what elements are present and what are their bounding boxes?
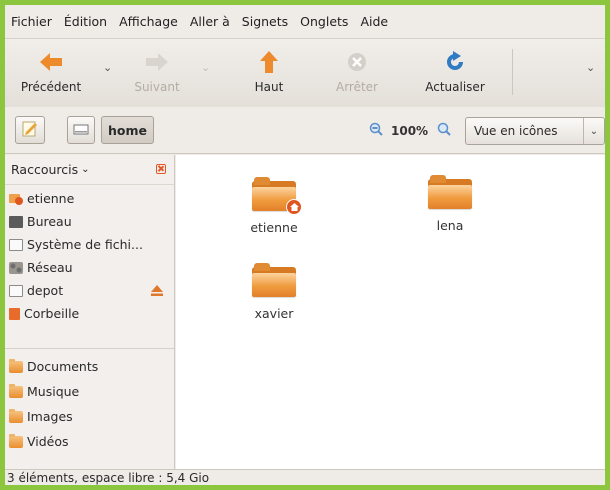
folder-item-lena[interactable]: lena (395, 175, 505, 233)
sidebar-item-label: Images (27, 409, 73, 424)
file-label: xavier (254, 306, 294, 321)
eject-icon[interactable] (151, 284, 163, 299)
network-icon (9, 261, 23, 274)
file-manager-window: Fichier Édition Affichage Aller à Signet… (5, 5, 605, 485)
forward-button[interactable]: Suivant (123, 45, 191, 101)
up-arrow-icon (256, 49, 282, 75)
desktop-icon (9, 215, 23, 228)
folder-icon (9, 383, 23, 398)
sidebar: Raccourcis ⌄ etienne Bureau Système de f… (5, 155, 175, 469)
sidebar-item-label: Réseau (27, 260, 73, 275)
home-folder-icon (252, 177, 302, 215)
view-mode-select[interactable]: Vue en icônes ⌄ (465, 117, 605, 145)
reload-label: Actualiser (425, 80, 485, 94)
file-label: lena (436, 218, 464, 233)
chevron-down-icon[interactable]: ⌄ (81, 164, 89, 175)
sidebar-header: Raccourcis ⌄ (5, 155, 174, 185)
sidebar-item-depot[interactable]: depot (5, 279, 174, 302)
sidebar-item-images[interactable]: Images (5, 405, 174, 428)
chevron-down-icon: ⌄ (583, 118, 604, 144)
sidebar-item-label: etienne (27, 191, 75, 206)
sidebar-item-systeme-de-fichiers[interactable]: Système de fichi... (5, 233, 174, 256)
home-icon (9, 193, 23, 205)
sidebar-item-reseau[interactable]: Réseau (5, 256, 174, 279)
folder-icon (9, 408, 23, 423)
reload-icon (442, 49, 468, 75)
back-arrow-icon (38, 49, 64, 75)
view-mode-value: Vue en icônes (474, 124, 558, 138)
zoom-out-icon[interactable] (369, 122, 383, 139)
menu-onglets[interactable]: Onglets (300, 14, 348, 29)
menu-edition[interactable]: Édition (64, 14, 107, 29)
back-history-dropdown[interactable]: ⌄ (103, 61, 112, 74)
sidebar-item-musique[interactable]: Musique (5, 380, 174, 403)
stop-icon (344, 49, 370, 75)
menu-signets[interactable]: Signets (242, 14, 288, 29)
drive-icon (9, 284, 23, 297)
sidebar-item-corbeille[interactable]: Corbeille (5, 302, 174, 325)
folder-item-etienne[interactable]: etienne (219, 177, 329, 235)
sidebar-item-label: Vidéos (27, 434, 69, 449)
sidebar-item-label: Bureau (27, 214, 72, 229)
file-label: etienne (250, 220, 298, 235)
sidebar-divider (5, 348, 174, 349)
stop-button[interactable]: Arrêter (329, 45, 385, 101)
back-button[interactable]: Précédent (13, 45, 89, 101)
drive-icon (73, 123, 89, 138)
sidebar-title[interactable]: Raccourcis (11, 162, 78, 177)
trash-icon (9, 307, 20, 320)
up-label: Haut (254, 80, 284, 94)
up-button[interactable]: Haut (241, 45, 297, 101)
reload-button[interactable]: Actualiser (413, 45, 497, 101)
back-label: Précédent (20, 80, 82, 94)
forward-label: Suivant (134, 80, 180, 94)
breadcrumb-home[interactable]: home (101, 116, 154, 144)
forward-history-dropdown[interactable]: ⌄ (201, 61, 210, 74)
toolbar: Précédent ⌄ Suivant ⌄ Haut Arrêter Actua… (5, 38, 605, 108)
zoom-in-icon[interactable] (437, 122, 451, 139)
folder-icon (9, 358, 23, 373)
folder-item-xavier[interactable]: xavier (219, 263, 329, 321)
sidebar-item-documents[interactable]: Documents (5, 355, 174, 378)
toolbar-overflow-dropdown[interactable]: ⌄ (586, 61, 595, 74)
drive-icon (9, 238, 23, 251)
zoom-level[interactable]: 100% (391, 124, 428, 138)
menu-fichier[interactable]: Fichier (11, 14, 52, 29)
sidebar-item-label: Système de fichi... (27, 237, 143, 252)
menu-aide[interactable]: Aide (360, 14, 388, 29)
home-emblem-icon (286, 199, 302, 215)
location-bar: home 100% Vue en icônes ⌄ (5, 107, 605, 154)
menu-aller-a[interactable]: Aller à (190, 14, 230, 29)
stop-label: Arrêter (335, 80, 378, 94)
sidebar-item-videos[interactable]: Vidéos (5, 430, 174, 453)
folder-icon (428, 175, 472, 209)
forward-arrow-icon (144, 49, 170, 75)
breadcrumb-root-button[interactable] (67, 116, 95, 144)
sidebar-item-label: Musique (27, 384, 80, 399)
menu-bar: Fichier Édition Affichage Aller à Signet… (5, 5, 605, 37)
status-bar: 3 éléments, espace libre : 5,4 Gio (5, 469, 605, 485)
close-sidebar-icon[interactable] (156, 164, 166, 174)
status-text: 3 éléments, espace libre : 5,4 Gio (7, 470, 210, 485)
file-view: etienne lena xavier (176, 155, 605, 469)
sidebar-item-etienne[interactable]: etienne (5, 187, 174, 210)
folder-icon (252, 263, 296, 297)
sidebar-item-label: Documents (27, 359, 99, 374)
toolbar-separator (512, 49, 513, 95)
sidebar-item-label: depot (27, 283, 64, 298)
toggle-location-button[interactable] (15, 116, 45, 144)
sidebar-item-bureau[interactable]: Bureau (5, 210, 174, 233)
edit-location-icon (22, 121, 38, 140)
folder-icon (9, 433, 23, 448)
menu-affichage[interactable]: Affichage (119, 14, 178, 29)
sidebar-item-label: Corbeille (24, 306, 80, 321)
